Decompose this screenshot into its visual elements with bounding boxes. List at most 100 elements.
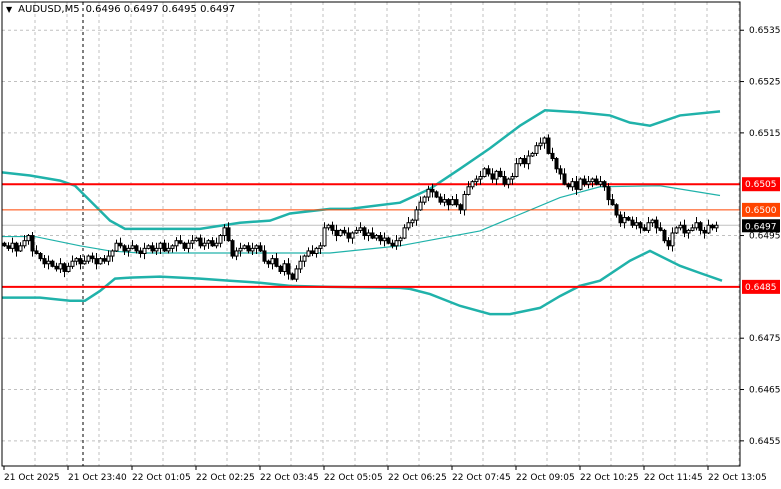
candle — [490, 168, 495, 184]
candle-body — [630, 219, 635, 226]
candle — [486, 165, 491, 177]
candle-body — [578, 178, 583, 190]
candle — [54, 262, 59, 272]
candle-body — [6, 245, 11, 249]
price-chart[interactable]: 0.6535 0.6525 0.6515 0.6495 0.6475 0.6465 0.64… — [0, 0, 781, 489]
bollinger-bands — [1, 109, 723, 316]
candle — [658, 222, 663, 232]
candle — [110, 249, 115, 262]
candle — [590, 177, 595, 188]
candle-body — [242, 245, 247, 249]
candle — [306, 247, 311, 258]
candle-body — [518, 158, 523, 165]
candle-body — [166, 247, 171, 252]
candle — [594, 175, 599, 186]
candle — [90, 252, 95, 263]
candle — [530, 151, 535, 158]
candle-body — [214, 242, 219, 247]
candle-body — [162, 242, 167, 252]
candle-body — [522, 158, 527, 165]
candle — [342, 226, 347, 236]
current-price-label: 0.6497 — [745, 222, 777, 232]
candle-body — [658, 227, 663, 231]
x-tick-label: 22 Oct 09:05 — [516, 473, 575, 483]
candle — [434, 190, 439, 199]
candle-body — [226, 227, 231, 242]
y-tick-label: 0.6525 — [749, 78, 781, 88]
candle-body — [330, 224, 335, 231]
candle — [414, 206, 419, 226]
candle — [686, 228, 691, 239]
candle-body — [570, 181, 575, 188]
candle-body — [466, 186, 471, 195]
candle — [586, 176, 591, 189]
candle — [38, 251, 43, 262]
candle — [310, 245, 315, 257]
candle-body — [50, 260, 55, 267]
candle — [382, 232, 387, 247]
candle-body — [706, 224, 711, 234]
candle — [502, 170, 507, 187]
candle-body — [194, 237, 199, 242]
candle-body — [210, 240, 215, 247]
candle-body — [458, 204, 463, 211]
candle — [334, 224, 339, 242]
ohlc-readout: 0.6496 0.6497 0.6495 0.6497 — [85, 4, 236, 15]
candle-body — [450, 199, 455, 206]
candle — [242, 244, 247, 250]
candle-body — [86, 255, 91, 262]
candle-body — [634, 222, 639, 226]
candle-body — [418, 201, 423, 211]
candle — [330, 221, 335, 235]
candle-body — [246, 245, 251, 252]
candle-body — [690, 227, 695, 231]
candle-body — [22, 240, 27, 247]
candle-body — [482, 168, 487, 178]
candle-body — [530, 152, 535, 157]
candle-body — [46, 260, 51, 265]
candle-body — [626, 217, 631, 221]
dropdown-triangle-icon[interactable]: ▼ — [6, 5, 12, 14]
candle-body — [618, 214, 623, 224]
candle — [522, 154, 527, 168]
candle-body — [218, 235, 223, 244]
candle-body — [206, 240, 211, 244]
candle-body — [698, 222, 703, 231]
candle — [202, 237, 207, 250]
candle — [234, 247, 239, 261]
candle — [710, 223, 715, 231]
candle-body — [306, 250, 311, 257]
candle-body — [82, 260, 87, 265]
candle — [362, 226, 367, 240]
price-axis[interactable]: 0.6535 0.6525 0.6515 0.6495 0.6475 0.6465 0.64… — [740, 26, 781, 447]
candle — [538, 137, 543, 150]
candle-body — [486, 168, 491, 175]
candle — [58, 258, 63, 274]
candle-body — [54, 265, 59, 270]
candle-body — [154, 247, 159, 252]
candle — [626, 216, 631, 222]
candle — [218, 234, 223, 248]
candle-body — [614, 204, 619, 216]
candle-body — [66, 265, 71, 272]
candle-body — [598, 181, 603, 185]
candle-body — [18, 245, 23, 252]
candle-body — [494, 170, 499, 180]
candle — [630, 216, 635, 228]
y-tick-label: 0.6475 — [749, 334, 781, 344]
candle — [182, 241, 187, 251]
candle-body — [174, 240, 179, 247]
candle — [174, 237, 179, 252]
candle-body — [526, 155, 531, 165]
candle-body — [674, 227, 679, 234]
candle-body — [102, 258, 107, 262]
x-tick-label: 22 Oct 10:25 — [580, 473, 639, 483]
time-axis[interactable]: 21 Oct 2025 21 Oct 23:40 22 Oct 01:05 22 Oc… — [3, 466, 767, 483]
candle-body — [118, 242, 123, 247]
candle-body — [366, 232, 371, 237]
candle-body — [198, 237, 203, 247]
candle-body — [338, 229, 343, 237]
candle — [6, 242, 11, 251]
candle-body — [438, 196, 443, 203]
candle — [74, 257, 79, 266]
